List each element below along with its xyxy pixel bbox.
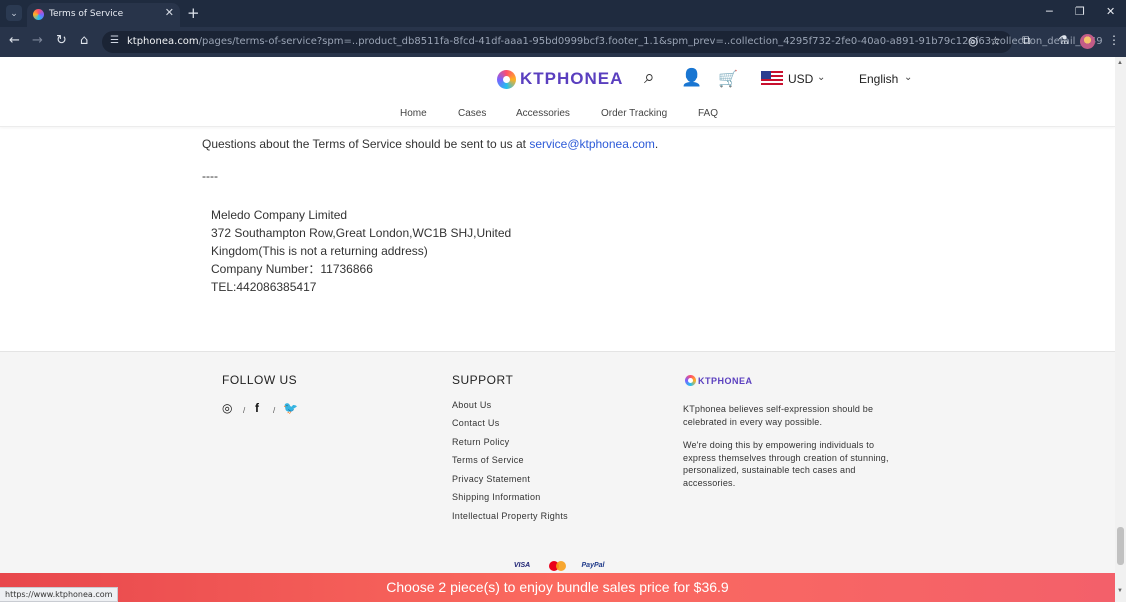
support-heading: SUPPORT xyxy=(452,373,514,387)
footer-link-contact-us[interactable]: Contact Us xyxy=(452,418,500,428)
footer-link-about-us[interactable]: About Us xyxy=(452,400,491,410)
window-close-icon[interactable]: ✕ xyxy=(1106,5,1115,18)
close-icon[interactable]: ✕ xyxy=(165,6,174,19)
minimize-icon[interactable]: ─ xyxy=(1046,5,1053,18)
company-address: Meledo Company Limited 372 Southampton R… xyxy=(211,206,511,296)
nav-home[interactable]: Home xyxy=(400,108,427,119)
footer-link-privacy[interactable]: Privacy Statement xyxy=(452,474,530,484)
status-url-preview: https://www.ktphonea.com xyxy=(0,587,119,602)
user-icon[interactable]: 👤 xyxy=(681,68,702,88)
extensions-icon[interactable]: ⧉ xyxy=(1022,33,1031,48)
bundle-promo-bar[interactable]: Choose 2 piece(s) to enjoy bundle sales … xyxy=(0,573,1115,602)
address-bar[interactable]: ☰ ktphonea.com/pages/terms-of-service?sp… xyxy=(102,31,1103,53)
star-icon[interactable]: ☆ xyxy=(990,34,1001,48)
logo-mark-icon xyxy=(497,69,516,89)
address-line: Kingdom(This is not a returning address) xyxy=(211,244,428,258)
separator-text: ---- xyxy=(202,169,218,183)
social-separator: / xyxy=(273,406,276,415)
reload-icon[interactable]: ↻ xyxy=(56,33,67,48)
footer-link-ip-rights[interactable]: Intellectual Property Rights xyxy=(452,511,568,521)
footer-link-shipping[interactable]: Shipping Information xyxy=(452,492,541,502)
email-link[interactable]: service@ktphonea.com xyxy=(529,137,655,151)
tab-search-icon[interactable]: ⌄ xyxy=(6,5,22,21)
site-info-icon[interactable]: ☰ xyxy=(110,35,119,46)
social-separator: / xyxy=(243,406,246,415)
footer-logo-text: KTPHONEA xyxy=(698,375,753,386)
promo-text: Choose 2 piece(s) to enjoy bundle sales … xyxy=(386,579,729,595)
visa-icon: VISA xyxy=(513,562,531,569)
logo-text: KTPHONEA xyxy=(520,69,624,88)
favicon-icon xyxy=(33,9,44,20)
footer-logo: KTPHONEA xyxy=(685,375,753,386)
nav-order-tracking[interactable]: Order Tracking xyxy=(601,108,667,119)
instagram-icon[interactable]: ◎ xyxy=(222,401,232,415)
facebook-icon[interactable]: f xyxy=(255,401,259,415)
page-scrollbar[interactable] xyxy=(1115,57,1126,602)
cart-icon[interactable]: 🛒 xyxy=(718,69,738,88)
currency-selector[interactable]: USD xyxy=(788,72,813,86)
chevron-down-icon[interactable]: ⌄ xyxy=(904,72,912,83)
mastercard-icon xyxy=(549,559,567,573)
address-line: Company Number：11736866 xyxy=(211,262,373,276)
language-selector[interactable]: English xyxy=(859,72,898,86)
follow-us-heading: FOLLOW US xyxy=(222,373,298,387)
site-logo[interactable]: KTPHONEA xyxy=(497,68,623,90)
plus-icon[interactable]: + xyxy=(187,4,200,22)
tab-title: Terms of Service xyxy=(49,9,124,19)
browser-tab-bar: ⌄ Terms of Service ✕ + ─ ❐ ✕ xyxy=(0,0,1126,27)
footer-link-terms[interactable]: Terms of Service xyxy=(452,455,524,465)
eye-off-icon[interactable]: ◎ xyxy=(968,34,978,48)
forward-icon[interactable]: → xyxy=(32,33,43,48)
browser-toolbar: ← → ↻ ⌂ ☰ ktphonea.com/pages/terms-of-se… xyxy=(0,27,1126,57)
scrollbar-thumb[interactable] xyxy=(1117,527,1124,565)
nav-faq[interactable]: FAQ xyxy=(698,108,718,119)
profile-avatar[interactable] xyxy=(1080,34,1095,49)
contact-paragraph: Questions about the Terms of Service sho… xyxy=(202,137,659,151)
menu-icon[interactable]: ⋮ xyxy=(1108,33,1120,47)
about-paragraph-1: KTphonea believes self-expression should… xyxy=(683,404,874,427)
nav-accessories[interactable]: Accessories xyxy=(516,108,570,119)
logo-mark-icon xyxy=(685,375,696,386)
browser-tab[interactable]: Terms of Service ✕ xyxy=(27,3,180,27)
address-line: TEL:442086385417 xyxy=(211,280,317,294)
footer-link-return-policy[interactable]: Return Policy xyxy=(452,437,509,447)
chevron-down-icon[interactable]: ⌄ xyxy=(817,72,825,83)
site-footer: FOLLOW US ◎ / f / 🐦 SUPPORT About Us Con… xyxy=(0,351,1115,602)
url-text[interactable]: ktphonea.com/pages/terms-of-service?spm=… xyxy=(127,36,1103,47)
paypal-icon: PayPal xyxy=(581,562,605,569)
about-paragraph-2: We're doing this by empowering individua… xyxy=(683,440,889,488)
us-flag-icon[interactable] xyxy=(761,71,783,85)
back-icon[interactable]: ← xyxy=(9,33,20,48)
scroll-down-icon[interactable]: ▼ xyxy=(1117,588,1123,594)
page-viewport: KTPHONEA ⌕ 👤 🛒 USD ⌄ English ⌄ Home Case… xyxy=(0,57,1115,602)
nav-cases[interactable]: Cases xyxy=(458,108,486,119)
site-header: KTPHONEA ⌕ 👤 🛒 USD ⌄ English ⌄ Home Case… xyxy=(0,57,1115,127)
address-line: Meledo Company Limited xyxy=(211,208,348,222)
twitter-icon[interactable]: 🐦 xyxy=(283,401,298,415)
maximize-icon[interactable]: ❐ xyxy=(1075,5,1085,18)
home-icon[interactable]: ⌂ xyxy=(80,33,88,48)
search-icon[interactable]: ⌕ xyxy=(644,66,655,88)
labs-icon[interactable]: ⚗ xyxy=(1058,33,1069,47)
scroll-up-icon[interactable]: ▲ xyxy=(1117,60,1123,66)
address-line: 372 Southampton Row,Great London,WC1B SH… xyxy=(211,226,512,240)
